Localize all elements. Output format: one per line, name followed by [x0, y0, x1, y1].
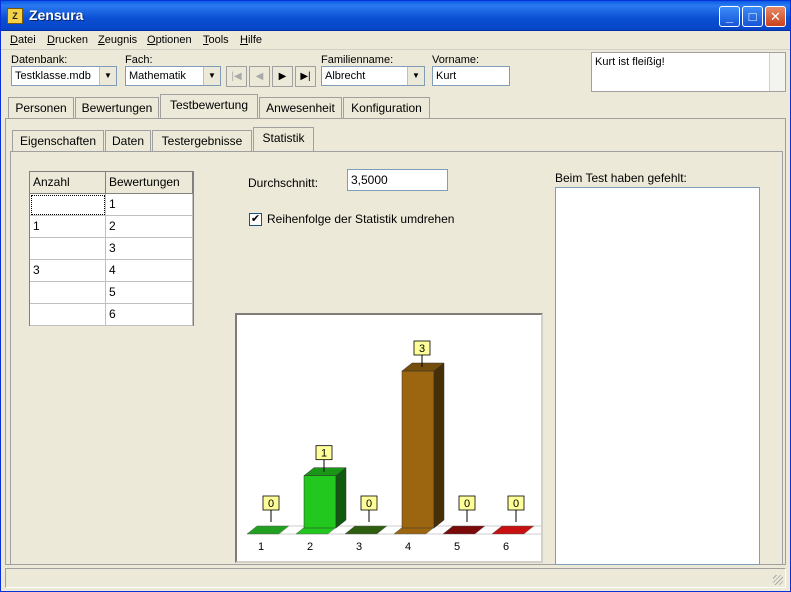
database-label: Datenbank: — [11, 54, 68, 66]
tab-anwesenheit[interactable]: Anwesenheit — [259, 97, 342, 118]
database-select[interactable]: Testklasse.mdb ▼ — [11, 66, 117, 86]
close-icon: ✕ — [770, 9, 781, 24]
bar-side — [433, 362, 445, 529]
grid-cell[interactable]: 4 — [106, 260, 193, 282]
grid-cell[interactable]: 1 — [106, 194, 193, 216]
resize-grip-icon[interactable] — [773, 575, 783, 585]
status-bar — [5, 568, 786, 588]
menu-optionen[interactable]: Optionen — [147, 34, 192, 46]
data-label: 0 — [513, 498, 519, 510]
minimize-button[interactable]: _ — [719, 6, 740, 27]
data-label: 0 — [464, 498, 470, 510]
grade-bar-chart: 0 1 1 2 0 3 3 4 0 5 0 6 — [246, 340, 552, 553]
firstname-field[interactable]: Kurt — [432, 66, 510, 86]
grid-cell[interactable] — [30, 238, 106, 260]
data-label: 0 — [268, 498, 274, 510]
subject-select[interactable]: Mathematik ▼ — [125, 66, 221, 86]
subject-value: Mathematik — [129, 70, 186, 82]
title-bar[interactable]: Z Zensura _ □ ✕ — [1, 1, 790, 31]
data-label: 3 — [419, 343, 425, 355]
bar — [401, 370, 435, 529]
x-tick-label: 2 — [307, 541, 313, 553]
chevron-down-icon[interactable]: ▼ — [99, 67, 116, 85]
x-tick-label: 4 — [405, 541, 411, 553]
x-tick-label: 3 — [356, 541, 362, 553]
tab-testergebnisse[interactable]: Testergebnisse — [152, 130, 252, 151]
absent-list[interactable] — [555, 187, 760, 565]
chevron-down-icon[interactable]: ▼ — [203, 67, 220, 85]
tab-eigenschaften[interactable]: Eigenschaften — [12, 130, 104, 151]
lastname-value: Albrecht — [325, 70, 366, 82]
grid-cell[interactable]: 6 — [106, 304, 193, 326]
x-tick-label: 6 — [503, 541, 509, 553]
x-tick-label: 5 — [454, 541, 460, 553]
app-icon: Z — [7, 8, 23, 24]
grid-cell[interactable]: 5 — [106, 282, 193, 304]
menu-hilfe[interactable]: Hilfe — [240, 34, 262, 46]
comment-memo[interactable]: Kurt ist fleißig! — [591, 52, 786, 92]
app-window: Z Zensura _ □ ✕ Datei Drucken Zeugnis Op… — [0, 0, 791, 592]
tab-testbewertung[interactable]: Testbewertung — [160, 94, 258, 118]
grid-cell[interactable] — [30, 194, 106, 216]
maximize-icon: □ — [748, 9, 757, 24]
tab-statistik[interactable]: Statistik — [253, 127, 314, 151]
tab-personen[interactable]: Personen — [8, 97, 74, 118]
absent-label: Beim Test haben gefehlt: — [555, 171, 687, 185]
close-button[interactable]: ✕ — [765, 6, 786, 27]
database-value: Testklasse.mdb — [15, 70, 91, 82]
grid-cell[interactable]: 2 — [106, 216, 193, 238]
firstname-label: Vorname: — [432, 54, 480, 66]
grade-chart-frame: 0 1 1 2 0 3 3 4 0 5 0 6 — [235, 313, 552, 563]
last-icon: ▶| — [300, 71, 311, 82]
menu-tools[interactable]: Tools — [203, 34, 229, 46]
tab-daten[interactable]: Daten — [105, 130, 151, 151]
bar-side — [335, 467, 347, 529]
grid-cell[interactable]: 3 — [30, 260, 106, 282]
reverse-order-checkbox[interactable]: ✔ — [249, 213, 262, 226]
grid-cell[interactable]: 1 — [30, 216, 106, 238]
maximize-button[interactable]: □ — [742, 6, 763, 27]
minimize-icon: _ — [725, 9, 734, 24]
average-label: Durchschnitt: — [248, 176, 319, 190]
x-tick-label: 1 — [258, 541, 264, 553]
grid-header-count[interactable]: Anzahl — [30, 172, 106, 194]
bar — [303, 475, 337, 529]
first-record-button[interactable]: |◀ — [226, 66, 247, 87]
menu-datei[interactable]: Datei — [10, 34, 36, 46]
tab-konfiguration[interactable]: Konfiguration — [343, 97, 430, 118]
previous-record-button[interactable]: ◀ — [249, 66, 270, 87]
grid-cell[interactable]: 3 — [106, 238, 193, 260]
menu-drucken[interactable]: Drucken — [47, 34, 88, 46]
reverse-order-label[interactable]: Reihenfolge der Statistik umdrehen — [267, 212, 454, 226]
data-label: 1 — [321, 448, 327, 460]
average-field[interactable]: 3,5000 — [347, 169, 448, 191]
last-record-button[interactable]: ▶| — [295, 66, 316, 87]
menu-bar: Datei Drucken Zeugnis Optionen Tools Hil… — [1, 31, 790, 50]
first-icon: |◀ — [231, 71, 242, 82]
data-label: 0 — [366, 498, 372, 510]
grid-header-grades[interactable]: Bewertungen — [106, 172, 193, 194]
menu-zeugnis[interactable]: Zeugnis — [98, 34, 137, 46]
lastname-label: Familienname: — [321, 54, 394, 66]
checkmark-icon: ✔ — [250, 213, 261, 225]
next-record-button[interactable]: ▶ — [272, 66, 293, 87]
previous-icon: ◀ — [255, 71, 264, 82]
comment-text: Kurt ist fleißig! — [595, 56, 665, 68]
tab-bewertungen[interactable]: Bewertungen — [75, 97, 159, 118]
memo-scrollbar[interactable] — [769, 53, 785, 91]
grid-cell[interactable] — [30, 282, 106, 304]
subject-label: Fach: — [125, 54, 153, 66]
next-icon: ▶ — [278, 71, 287, 82]
statistics-grid[interactable]: Anzahl Bewertungen 1 1 2 3 3 4 5 6 — [29, 171, 194, 326]
grid-cell[interactable] — [30, 304, 106, 326]
window-title: Zensura — [29, 7, 84, 23]
lastname-select[interactable]: Albrecht ▼ — [321, 66, 425, 86]
chevron-down-icon[interactable]: ▼ — [407, 67, 424, 85]
